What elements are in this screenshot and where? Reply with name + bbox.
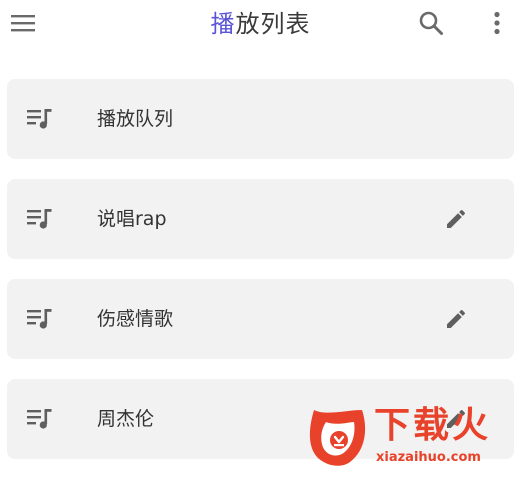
more-vertical-icon <box>494 11 500 35</box>
playlist-label: 说唱rap <box>97 208 167 230</box>
queue-music-icon <box>27 409 52 429</box>
flame-logo-icon <box>309 410 366 466</box>
edit-button[interactable] <box>442 205 470 233</box>
app-bar: 播放列表 <box>0 0 521 52</box>
search-icon <box>419 11 443 35</box>
playlist-label: 伤感情歌 <box>97 308 174 330</box>
playlist-label: 播放队列 <box>97 108 174 130</box>
playlist-item-sad-songs[interactable]: 伤感情歌 <box>7 279 514 359</box>
playlist-label: 周杰伦 <box>97 408 155 430</box>
edit-pencil-icon <box>447 309 466 328</box>
playlist-item-queue[interactable]: 播放队列 <box>7 79 514 159</box>
page-title-rest: 放列表 <box>235 10 311 38</box>
watermark-brand: 下载火 <box>374 405 492 446</box>
edit-button[interactable] <box>442 305 470 333</box>
queue-music-icon <box>27 109 52 129</box>
watermark-logo: 下载火 xiazaihuo.com <box>306 402 518 470</box>
queue-music-icon <box>27 309 52 329</box>
search-button[interactable] <box>414 6 448 40</box>
page-title-accent: 播 <box>210 10 236 38</box>
edit-pencil-icon <box>447 209 466 228</box>
queue-music-icon <box>27 209 52 229</box>
playlist-item-rap[interactable]: 说唱rap <box>7 179 514 259</box>
watermark-url: xiazaihuo.com <box>376 450 481 465</box>
more-options-button[interactable] <box>483 6 511 40</box>
